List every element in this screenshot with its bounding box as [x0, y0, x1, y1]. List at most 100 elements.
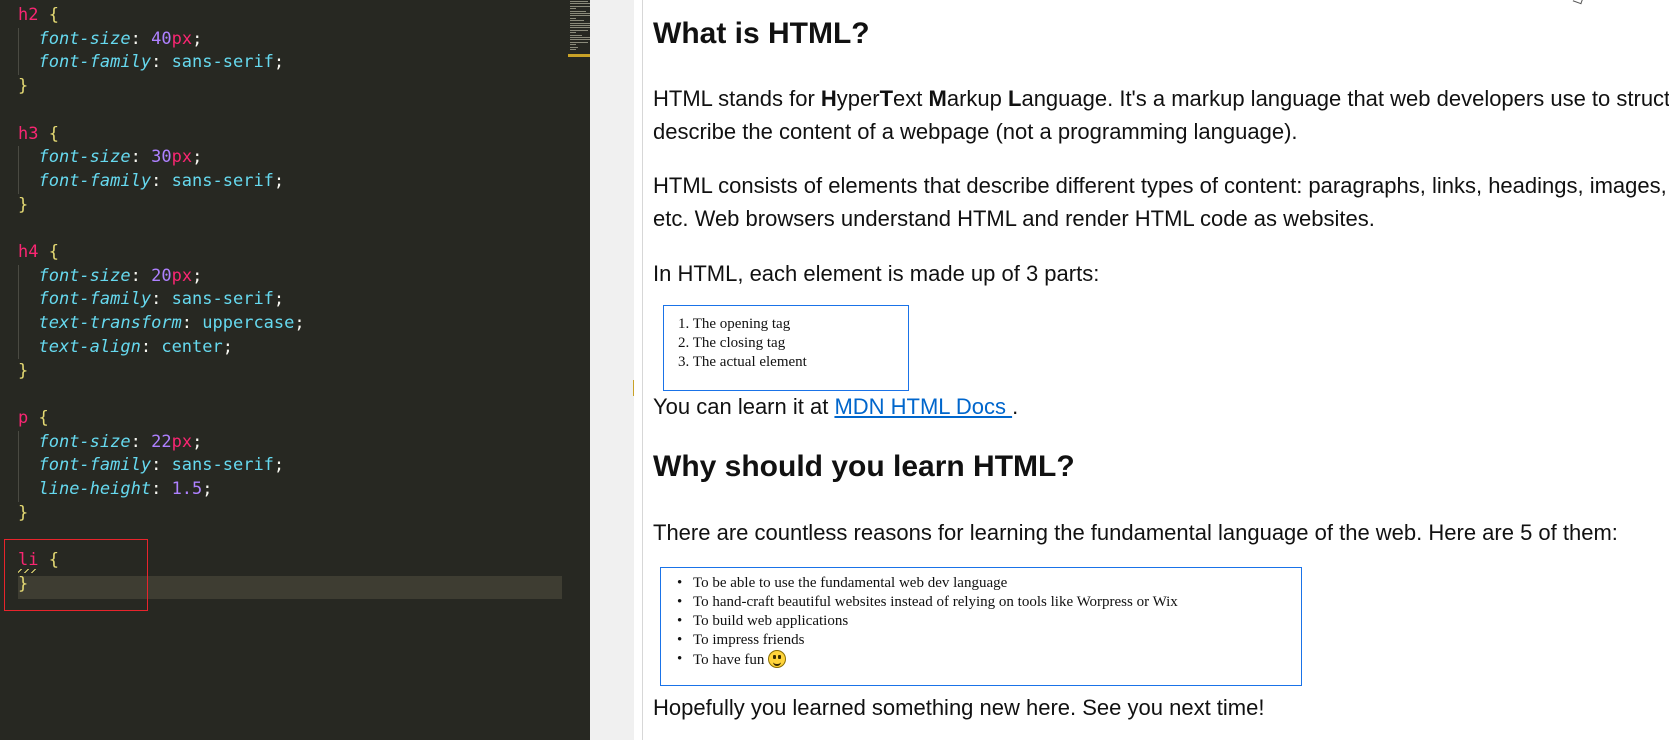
minimap-line	[570, 49, 576, 50]
colon: :	[130, 28, 152, 49]
para1-bold-h: H	[820, 86, 837, 111]
css-number: 20	[151, 265, 172, 286]
minimap-line	[570, 25, 590, 26]
semicolon: ;	[273, 455, 285, 476]
code-line[interactable]: font-family: sans-serif;	[18, 288, 284, 312]
open-brace: {	[48, 242, 59, 262]
semicolon: ;	[294, 313, 305, 334]
minimap-line	[570, 29, 588, 31]
code-line[interactable]: line-height: 1.5;	[18, 478, 213, 502]
heading-what-is-html: What is HTML?	[653, 17, 870, 50]
semicolon: ;	[192, 28, 203, 49]
code-line[interactable]: font-size: 22px;	[18, 431, 202, 455]
code-line[interactable]: font-size: 40px;	[18, 28, 202, 52]
minimap-line	[570, 44, 576, 46]
code-line[interactable]: font-family: sans-serif;	[18, 454, 284, 478]
indent-guide	[18, 146, 19, 194]
css-number: 1.5	[171, 479, 203, 499]
minimap-viewport-marker	[568, 54, 590, 57]
minimap-line	[570, 22, 590, 24]
paragraph-reasons: There are countless reasons for learning…	[653, 520, 1618, 545]
css-keyword: center	[161, 336, 223, 357]
minimap-line	[570, 34, 582, 36]
highlight-box	[4, 539, 148, 611]
colon: :	[151, 479, 172, 499]
minimap-line	[570, 39, 590, 41]
semicolon: ;	[192, 431, 203, 452]
colon: :	[130, 265, 152, 286]
css-unit: px	[171, 431, 193, 452]
close-brace: }	[18, 194, 29, 215]
code-line[interactable]: p {	[18, 407, 49, 431]
code-line[interactable]: font-size: 30px;	[18, 146, 202, 170]
unordered-list-box: • To be able to use the fundamental web d…	[660, 567, 1302, 686]
open-brace: {	[48, 5, 59, 25]
css-property: font-size	[38, 147, 131, 168]
code-line[interactable]: text-align: center;	[18, 336, 233, 360]
css-keyword: sans-serif	[171, 289, 274, 310]
paragraph-three-parts: In HTML, each element is made up of 3 pa…	[653, 261, 1100, 286]
corner-indicator-icon	[1572, 0, 1585, 5]
open-brace: {	[48, 123, 59, 144]
css-number: 40	[151, 28, 172, 49]
code-editor-pane[interactable]: h2 { font-size: 40px; font-family: sans-…	[0, 0, 590, 740]
para1-text: ext	[893, 86, 929, 111]
code-line[interactable]: }	[18, 194, 28, 218]
code-line[interactable]: text-transform: uppercase;	[18, 312, 305, 336]
code-line[interactable]: }	[18, 360, 28, 384]
css-unit: px	[171, 265, 193, 286]
close-brace: }	[18, 360, 29, 381]
paragraph-elements: HTML consists of elements that describe …	[653, 173, 1669, 198]
code-line[interactable]: }	[18, 502, 28, 526]
learn-suffix: .	[1012, 394, 1019, 419]
list-item: • To have fun	[677, 650, 1301, 670]
list-item: 3. The actual element	[678, 354, 807, 370]
css-keyword: sans-serif	[171, 455, 274, 476]
para1-text: anguage. It's a markup language that web…	[1021, 86, 1669, 111]
semicolon: ;	[273, 170, 285, 191]
code-line[interactable]: font-family: sans-serif;	[18, 51, 284, 75]
semicolon: ;	[192, 265, 203, 286]
minimap-line	[570, 20, 584, 22]
css-property: font-family	[38, 170, 152, 191]
spelling-squiggle	[18, 569, 36, 573]
code-line[interactable]: font-family: sans-serif;	[18, 170, 284, 194]
css-property: font-family	[38, 52, 152, 73]
colon: :	[151, 170, 172, 191]
minimap-line	[570, 27, 590, 29]
pane-divider[interactable]	[634, 0, 642, 740]
minimap[interactable]	[568, 0, 590, 58]
minimap-line	[570, 10, 586, 12]
list-item: 1. The opening tag	[678, 316, 791, 332]
minimap-line	[570, 5, 590, 7]
minimap-line	[570, 41, 588, 43]
semicolon: ;	[273, 52, 285, 73]
list-item: • To be able to use the fundamental web d…	[677, 575, 1008, 591]
code-line[interactable]: h2 {	[18, 4, 59, 28]
code-line[interactable]: h4 {	[18, 241, 59, 265]
code-line[interactable]: }	[18, 75, 28, 99]
css-property: font-family	[38, 455, 152, 476]
indent-guide	[18, 430, 19, 502]
css-number: 30	[151, 147, 172, 168]
css-keyword: uppercase	[202, 313, 295, 334]
code-line[interactable]: font-size: 20px;	[18, 265, 202, 289]
css-property: line-height	[38, 479, 152, 499]
semicolon: ;	[202, 479, 213, 499]
list-item-text: To be able to use the fundamental web de…	[693, 575, 1008, 591]
code-line[interactable]: h3 {	[18, 123, 59, 147]
list-item-text: To have fun	[693, 652, 765, 668]
mdn-docs-link[interactable]: MDN HTML Docs	[834, 394, 1012, 419]
colon: :	[140, 336, 162, 357]
para1-text: yper	[836, 86, 880, 111]
list-item-text: To build web applications	[693, 613, 849, 629]
